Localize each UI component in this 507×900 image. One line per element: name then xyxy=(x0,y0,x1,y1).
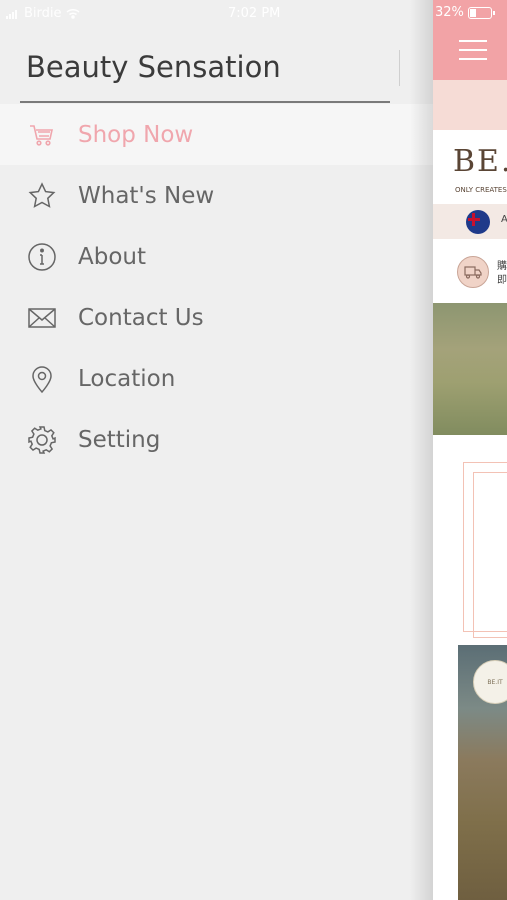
wifi-icon xyxy=(66,8,80,19)
decorative-frame xyxy=(473,472,507,638)
banner-image[interactable] xyxy=(433,303,507,435)
gear-icon xyxy=(26,424,58,456)
menu-item-label: Location xyxy=(78,365,176,392)
drawer-title: Beauty Sensation xyxy=(26,50,281,84)
menu-item-setting[interactable]: Setting xyxy=(0,409,433,470)
menu-item-about[interactable]: About xyxy=(0,226,433,287)
menu-item-label: Shop Now xyxy=(78,121,194,148)
location-pin-icon xyxy=(26,363,58,395)
australia-flag-icon xyxy=(466,210,490,234)
brand-logo: BE. xyxy=(453,144,507,179)
status-bar: Birdie 7:02 PM 32% xyxy=(0,0,507,28)
menu-item-location[interactable]: Location xyxy=(0,348,433,409)
promo-band xyxy=(433,80,507,130)
title-divider xyxy=(20,101,390,103)
cart-icon xyxy=(26,119,58,151)
carrier-name: Birdie xyxy=(24,6,62,21)
menu-item-label: Setting xyxy=(78,426,161,453)
hamburger-menu-icon[interactable] xyxy=(459,40,487,67)
battery-percent: 32% xyxy=(435,5,464,20)
drawer-shadow xyxy=(410,0,434,900)
shipping-text: 購 即 xyxy=(497,260,507,288)
menu-item-label: What's New xyxy=(78,182,215,209)
truck-icon xyxy=(457,256,489,288)
title-divider-vertical xyxy=(399,50,400,86)
carrier-signal: Birdie xyxy=(6,6,80,21)
battery-icon xyxy=(467,6,495,19)
menu-item-label: Contact Us xyxy=(78,304,204,331)
menu-item-label: About xyxy=(78,243,147,270)
signal-icon xyxy=(6,9,17,19)
side-drawer: Beauty Sensation Shop Now What's New Abo… xyxy=(0,0,433,900)
menu-item-contact-us[interactable]: Contact Us xyxy=(0,287,433,348)
star-icon xyxy=(26,180,58,212)
logo-tagline: ONLY CREATES xyxy=(455,186,507,194)
info-icon xyxy=(26,241,58,273)
envelope-icon xyxy=(26,302,58,334)
battery-status: 32% xyxy=(435,5,495,20)
status-time: 7:02 PM xyxy=(228,6,281,21)
region-label: A xyxy=(501,214,507,225)
menu-item-whats-new[interactable]: What's New xyxy=(0,165,433,226)
shipping-text-line: 購 xyxy=(497,261,507,272)
drawer-menu: Shop Now What's New About Contact Us Loc… xyxy=(0,104,433,470)
app-content-preview[interactable]: BE. ONLY CREATES A 購 即 BE.IT xyxy=(433,0,507,900)
shipping-text-line: 即 xyxy=(497,275,507,286)
menu-item-shop-now[interactable]: Shop Now xyxy=(0,104,433,165)
